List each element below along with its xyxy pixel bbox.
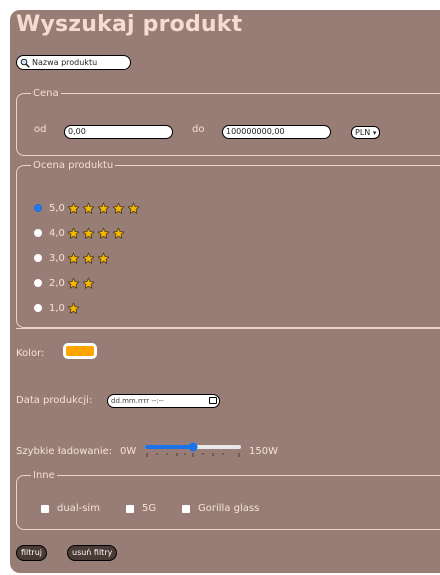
- slider-thumb: [188, 442, 198, 452]
- search-placeholder: Nazwa produktu: [32, 58, 98, 67]
- clear-filters-button[interactable]: usuń filtry: [67, 545, 118, 561]
- color-label: Kolor:: [16, 348, 45, 359]
- rating-option[interactable]: 3,0: [34, 251, 112, 265]
- price-from-label: od: [34, 124, 47, 135]
- charging-slider[interactable]: [145, 441, 241, 461]
- rating-option[interactable]: 1,0: [34, 301, 82, 315]
- date-label: Data produkcji:: [16, 395, 93, 406]
- currency-value: PLN: [355, 128, 371, 137]
- rating-option[interactable]: 2,0: [34, 276, 97, 290]
- charging-min-label: 0W: [120, 446, 137, 457]
- star-icon: [67, 227, 80, 239]
- color-picker[interactable]: [63, 343, 97, 359]
- chevron-down-icon: ▾: [372, 129, 377, 137]
- star-icon: [67, 302, 80, 314]
- star-icon: [97, 227, 110, 239]
- rating-value: 3,0: [49, 252, 65, 264]
- checkbox-box[interactable]: [182, 504, 190, 513]
- other-fieldset: Inne: [16, 470, 440, 530]
- checkbox-dual-sim[interactable]: dual-sim: [41, 503, 100, 514]
- rating-radio[interactable]: [34, 204, 42, 212]
- star-icon: [112, 227, 125, 239]
- checkbox-5g[interactable]: 5G: [126, 503, 156, 514]
- price-from-input[interactable]: 0,00: [64, 125, 173, 139]
- star-icon: [67, 202, 80, 214]
- price-legend: Cena: [33, 88, 59, 99]
- price-fieldset: Cena od 0,00 do 100000000,00 PLN ▾: [16, 88, 440, 156]
- other-legend: Inne: [33, 470, 55, 481]
- checkbox-label: Gorilla glass: [198, 503, 260, 514]
- currency-select[interactable]: PLN ▾: [351, 126, 381, 139]
- rating-option[interactable]: 5,0: [34, 201, 142, 215]
- section-divider: [16, 328, 440, 329]
- color-swatch-fill: [66, 346, 94, 356]
- star-icon: [127, 202, 140, 214]
- search-icon: [20, 58, 30, 68]
- star-icon: [97, 202, 110, 214]
- date-input[interactable]: dd.mm.rrrr --:--: [107, 394, 220, 408]
- rating-value: 5,0: [49, 202, 65, 214]
- rating-value: 1,0: [49, 302, 65, 314]
- rating-radio[interactable]: [34, 304, 42, 312]
- rating-value: 4,0: [49, 227, 65, 239]
- star-icon: [97, 252, 110, 264]
- star-icon: [82, 202, 95, 214]
- rating-radio[interactable]: [34, 279, 42, 287]
- star-icon: [82, 277, 95, 289]
- star-icon: [112, 202, 125, 214]
- rating-radio[interactable]: [34, 254, 42, 262]
- price-to-input[interactable]: 100000000,00: [222, 125, 331, 139]
- rating-value: 2,0: [49, 277, 65, 289]
- checkbox-box[interactable]: [126, 504, 134, 513]
- star-icon: [67, 277, 80, 289]
- search-input[interactable]: Nazwa produktu: [16, 55, 131, 70]
- price-to-label: do: [192, 124, 205, 135]
- rating-radio[interactable]: [34, 229, 42, 237]
- calendar-icon[interactable]: [209, 397, 217, 404]
- rating-fieldset: Ocena produktu 5,0 4,0 3,0 2,0 1,0: [16, 160, 440, 328]
- charging-label: Szybkie ładowanie:: [16, 446, 113, 457]
- star-icon: [82, 227, 95, 239]
- date-placeholder: dd.mm.rrrr --:--: [111, 397, 164, 405]
- filter-button[interactable]: filtruj: [16, 545, 47, 561]
- star-icon: [82, 252, 95, 264]
- checkbox-label: 5G: [142, 503, 157, 514]
- rating-option[interactable]: 4,0: [34, 226, 127, 240]
- star-icon: [67, 252, 80, 264]
- checkbox-gorilla-glass[interactable]: Gorilla glass: [182, 503, 259, 514]
- page-title: Wyszukaj produkt: [16, 12, 243, 37]
- search-panel: Wyszukaj produkt Nazwa produktu Cena od …: [10, 10, 440, 573]
- checkbox-label: dual-sim: [57, 503, 100, 514]
- slider-ticks: [146, 453, 240, 457]
- charging-max-label: 150W: [249, 446, 278, 457]
- rating-legend: Ocena produktu: [33, 160, 114, 171]
- checkbox-box[interactable]: [41, 504, 49, 513]
